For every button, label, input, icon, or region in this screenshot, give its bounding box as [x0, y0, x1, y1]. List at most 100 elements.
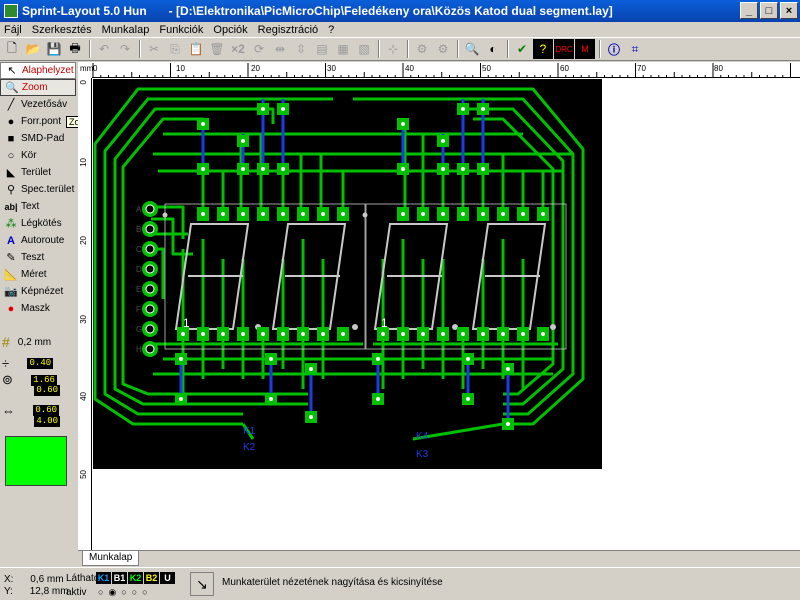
tool-photoview[interactable]: 📷 Képnézet	[0, 283, 76, 300]
tool-test[interactable]: ✎ Teszt	[0, 249, 76, 266]
toolbar: 🗋 📂 💾 🖶 ↶ ↷ ✂ ⎘ 📋 🗑 ×2 ⟳ ⇹ ⇳ ▤ ▦ ▧ ⊹ ⚙ ⚙…	[0, 37, 800, 61]
tool-label: Maszk	[21, 303, 50, 314]
menu-bar: Fájl Szerkesztés Munkalap Funkciók Opció…	[0, 22, 800, 37]
save-icon[interactable]: 💾	[44, 39, 64, 59]
info-check-icon[interactable]: ?	[533, 39, 553, 59]
pad-hole	[201, 212, 205, 216]
minimize-button[interactable]: _	[740, 2, 758, 19]
pad-inner-setting[interactable]: 0.60	[34, 385, 60, 396]
tool-autoroute[interactable]: A Autoroute	[0, 232, 76, 249]
tool-smd-pad[interactable]: ■ SMD-Pad	[0, 130, 76, 147]
drc-check-icon[interactable]: DRC	[554, 39, 574, 59]
connector-pads	[142, 201, 158, 357]
smd-size-icon: ⇔	[2, 403, 15, 418]
menu-options[interactable]: Opciók	[213, 24, 247, 36]
layer-u-toggle[interactable]: U	[160, 572, 175, 584]
rotate-icon[interactable]: ⟳	[249, 39, 269, 59]
tool-airwire[interactable]: ⁂ Légkötés	[0, 215, 76, 232]
pad-inner-value[interactable]: 0.60	[34, 385, 60, 396]
snap-icon[interactable]: ⊹	[383, 39, 403, 59]
component-icon[interactable]: ⚙	[412, 39, 432, 59]
crop-icon[interactable]: ⌗	[625, 39, 645, 59]
tool-circle[interactable]: ○ Kör	[0, 147, 76, 164]
close-button[interactable]: ×	[780, 2, 798, 19]
layer-k1-toggle[interactable]: K1	[96, 572, 111, 584]
radio-b1[interactable]: ◉	[108, 587, 116, 598]
zoom-tool-icon[interactable]: 🔍	[462, 39, 482, 59]
pad-hole	[309, 415, 313, 419]
mirror-v-icon[interactable]: ⇳	[291, 39, 311, 59]
new-file-icon[interactable]: 🗋	[2, 39, 22, 59]
tool-measure[interactable]: 📐 Méret	[0, 266, 76, 283]
tool-track[interactable]: ╱ Vezetősáv	[0, 96, 76, 113]
drc-icon[interactable]: ✔	[512, 39, 532, 59]
smd-height-value[interactable]: 4.00	[34, 416, 60, 427]
align-icon[interactable]: ▤	[312, 39, 332, 59]
duplicate-icon[interactable]: ×2	[228, 39, 248, 59]
layer-b1-toggle[interactable]: B1	[112, 572, 127, 584]
tool-zoom[interactable]: 🔍 Zoom	[0, 79, 76, 96]
radio-k2[interactable]: ○	[121, 587, 126, 598]
menu-functions[interactable]: Funkciók	[159, 24, 203, 36]
menu-worksheet[interactable]: Munkalap	[102, 24, 150, 36]
track-status-icon: ↘	[190, 572, 214, 596]
special-zone-icon: ⚲	[6, 184, 16, 196]
ungroup-icon[interactable]: ▧	[354, 39, 374, 59]
tool-pad[interactable]: ● Forr.pont	[0, 113, 76, 130]
paste-icon[interactable]: 📋	[186, 39, 206, 59]
pad-hole	[376, 357, 380, 361]
group-icon[interactable]: ▦	[333, 39, 353, 59]
properties-icon[interactable]: ⓘ	[604, 39, 624, 59]
layer-color-swatch[interactable]	[5, 436, 67, 486]
menu-edit[interactable]: Szerkesztés	[32, 24, 92, 36]
tool-reset[interactable]: ↖ Alaphelyzet	[0, 62, 76, 79]
layer-b2-toggle[interactable]: B2	[144, 572, 159, 584]
copy-icon[interactable]: ⎘	[165, 39, 185, 59]
layer-view-icon[interactable]: ◐	[483, 39, 503, 59]
ruler-tick-label: 10	[79, 158, 88, 167]
track-icon: ╱	[7, 99, 15, 111]
pad-outer-value[interactable]: 1.66	[30, 374, 57, 386]
circle-icon: ○	[7, 149, 15, 162]
tab-worksheet[interactable]: Munkalap	[82, 551, 140, 566]
menu-registration[interactable]: Regisztráció	[258, 24, 319, 36]
undo-icon[interactable]: ↶	[94, 39, 114, 59]
pad-hole	[441, 139, 445, 143]
pad-hole	[466, 397, 470, 401]
radio-b2[interactable]: ○	[132, 587, 137, 598]
pad-hole	[309, 367, 313, 371]
tool-zone[interactable]: ◣ Terület	[0, 164, 76, 181]
tool-mask[interactable]: ● Maszk	[0, 300, 76, 317]
app-icon	[4, 4, 18, 18]
tool-special-zone[interactable]: ⚲ Spec.terület	[0, 181, 76, 198]
print-icon[interactable]: 🖶	[65, 39, 85, 59]
pcb-artwork[interactable]: K1 K2 K4 K3 1 1 A B C D E F G H	[93, 79, 602, 469]
track-width-value[interactable]: 0.40	[27, 358, 54, 369]
pcb-board[interactable]: K1 K2 K4 K3 1 1 A B C D E F G H	[93, 79, 602, 469]
mask-icon: ●	[7, 302, 15, 315]
menu-help[interactable]: ?	[328, 24, 334, 36]
k4-label: K4	[416, 431, 429, 442]
layer-k2-toggle[interactable]: K2	[128, 572, 143, 584]
smd-width-value[interactable]: 0.60	[33, 405, 59, 416]
menu-file[interactable]: Fájl	[4, 24, 22, 36]
radio-u[interactable]: ○	[142, 587, 147, 598]
tool-label: Méret	[21, 269, 47, 280]
file-path: - [D:\Elektronika\PicMicroChip\Feledéken…	[168, 4, 613, 18]
cut-icon[interactable]: ✂	[144, 39, 164, 59]
pad-hole	[201, 167, 205, 171]
track-width-setting[interactable]: ÷ 0.40	[2, 356, 54, 371]
maximize-button[interactable]: □	[760, 2, 778, 19]
pin-label: G	[136, 325, 142, 334]
delete-icon[interactable]: 🗑	[207, 39, 227, 59]
redo-icon[interactable]: ↷	[115, 39, 135, 59]
grid-setting[interactable]: # 0,2 mm	[2, 334, 51, 350]
open-folder-icon[interactable]: 📂	[23, 39, 43, 59]
grid-icon: #	[2, 334, 10, 350]
mask-check-icon[interactable]: M	[575, 39, 595, 59]
smd-height-setting[interactable]: 4.00	[34, 416, 60, 427]
radio-k1[interactable]: ○	[98, 587, 103, 598]
mirror-h-icon[interactable]: ⇹	[270, 39, 290, 59]
macro-icon[interactable]: ⚙	[433, 39, 453, 59]
tool-text[interactable]: ab| Text	[0, 198, 76, 215]
